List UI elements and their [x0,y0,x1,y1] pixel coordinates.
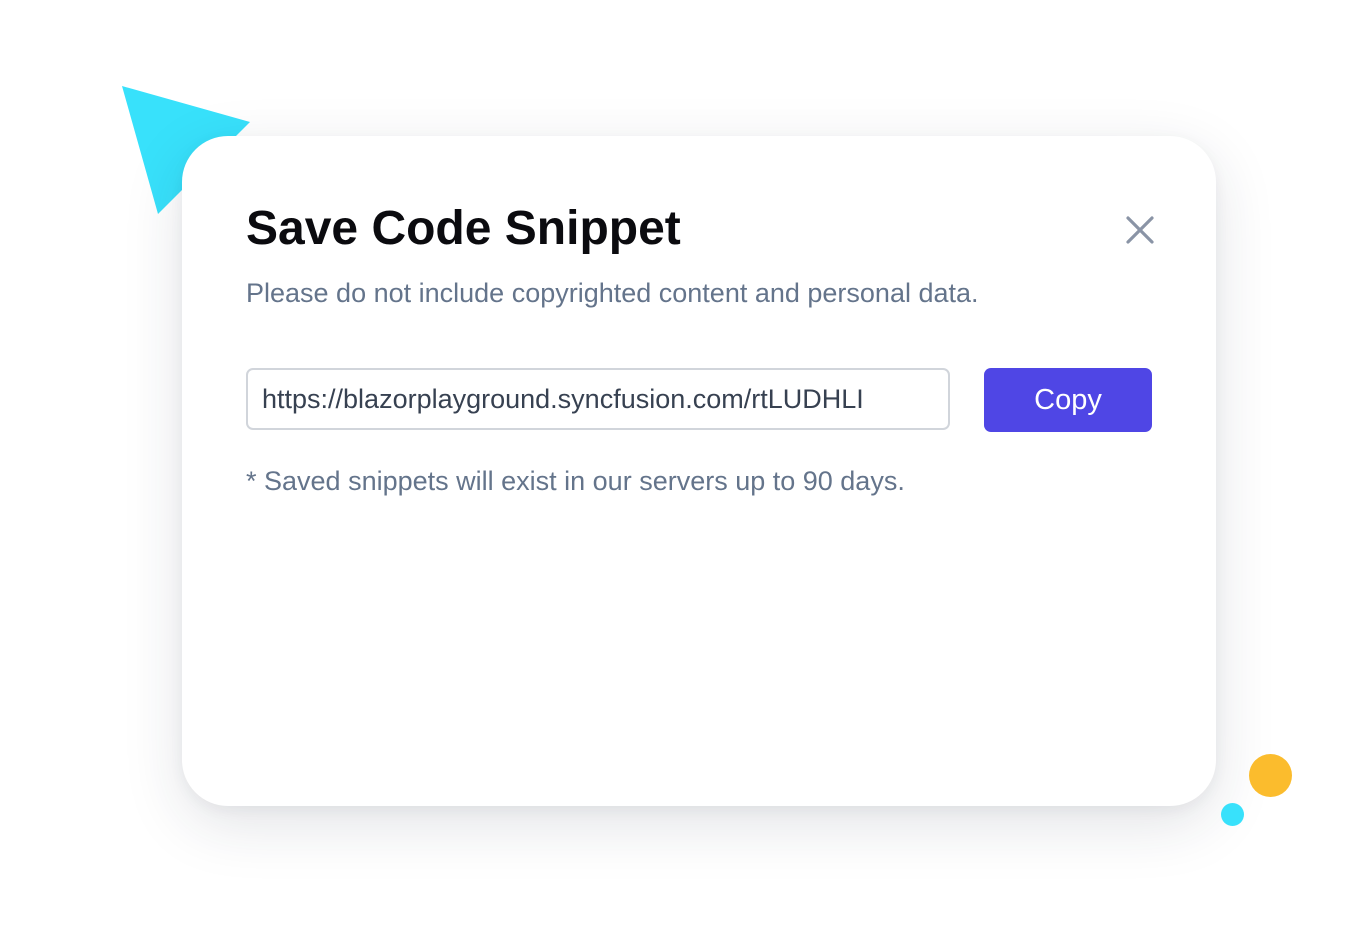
dialog-subtitle: Please do not include copyrighted conten… [246,278,979,308]
dialog-title: Save Code Snippet [246,202,681,255]
save-snippet-dialog: Save Code Snippet Please do not include … [182,136,1216,806]
decorative-yellow-dot [1249,754,1292,797]
retention-note: * Saved snippets will exist in our serve… [246,466,905,496]
snippet-url-field[interactable] [246,368,950,430]
copy-button[interactable]: Copy [984,368,1152,432]
page-stage: Save Code Snippet Please do not include … [0,0,1360,946]
decorative-cyan-dot [1221,803,1244,826]
close-button[interactable] [1120,210,1160,250]
close-icon [1126,216,1154,244]
